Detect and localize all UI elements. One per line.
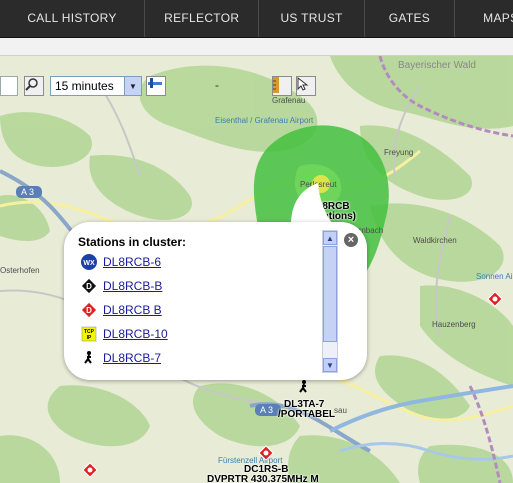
toolbar-input-fragment[interactable] (0, 76, 18, 96)
cluster-popup: Stations in cluster: WX DL8RCB-6 D DL8RC… (64, 222, 367, 380)
svg-text:D: D (86, 282, 92, 291)
svg-text:WX: WX (83, 260, 95, 267)
scroll-up-button[interactable]: ▲ (323, 231, 337, 245)
scroll-thumb[interactable] (323, 246, 337, 342)
chevron-down-icon: ▼ (326, 360, 334, 370)
cluster-item[interactable]: TCP IP DL8RCB-10 (80, 325, 168, 343)
cluster-item-link[interactable]: DL8RCB-10 (103, 327, 168, 341)
track-button[interactable] (146, 76, 166, 96)
label-bayerischer-wald: Bayerischer Wald (398, 60, 476, 71)
chevron-up-icon: ▲ (326, 233, 334, 243)
cluster-item[interactable]: WX DL8RCB-6 (80, 253, 161, 271)
label-sonnen-airport: Sonnen Airport (476, 272, 513, 281)
label-grafenau: Grafenau (272, 96, 306, 105)
nav-reflector[interactable]: REFLECTOR (145, 0, 260, 37)
a3-bottom-label: A 3 (260, 405, 274, 415)
svg-text:D: D (86, 306, 92, 315)
label-waldkirchen: Waldkirchen (413, 236, 457, 245)
label-hauzenberg: Hauzenberg (432, 320, 476, 329)
time-range-select[interactable]: 15 minutes ▼ (50, 76, 142, 96)
station-label-dc1rs-sub: DVPRTR 430.375MHz M (207, 474, 319, 483)
sub-bar (0, 38, 513, 56)
dstar-diamond-red-icon: D (80, 301, 98, 319)
ruler-button[interactable] (272, 76, 292, 96)
cluster-item-link[interactable]: DL8RCB-6 (103, 255, 161, 269)
time-range-value: 15 minutes (55, 79, 114, 93)
nav-us-trust[interactable]: US TRUST (259, 0, 365, 37)
label-airport-grafenau: Eisenthal / Grafenau Airport (215, 116, 314, 125)
toolbar-separator: - (215, 78, 219, 92)
cluster-item[interactable]: D DL8RCB B (80, 301, 162, 319)
walker-icon (80, 349, 98, 367)
wx-icon: WX (80, 253, 98, 271)
chevron-down-icon: ▼ (124, 77, 141, 95)
popup-title: Stations in cluster: (78, 235, 187, 249)
cluster-item[interactable]: DL8RCB-7 (80, 349, 161, 367)
tcpip-icon: TCP IP (80, 325, 98, 343)
close-popup-button[interactable]: × (344, 233, 358, 247)
scroll-down-button[interactable]: ▼ (323, 358, 337, 372)
search-button[interactable] (24, 76, 44, 96)
nav-call-history[interactable]: CALL HISTORY (0, 0, 146, 37)
pointer-button[interactable] (296, 76, 316, 96)
label-freyung: Freyung (384, 148, 414, 157)
dstar-diamond-black-icon: D (80, 277, 98, 295)
station-label-dl3ta-sub: /PORTABEL (278, 409, 336, 420)
svg-text:IP: IP (87, 335, 92, 341)
nav-gates[interactable]: GATES (365, 0, 456, 37)
label-sau: sau (334, 406, 347, 415)
cluster-item-link[interactable]: DL8RCB-7 (103, 351, 161, 365)
cluster-item-link[interactable]: DL8RCB-B (103, 279, 162, 293)
top-nav: CALL HISTORY REFLECTOR US TRUST GATES MA… (0, 0, 513, 38)
nav-maps[interactable]: MAPS (455, 0, 513, 37)
cluster-item-link[interactable]: DL8RCB B (103, 303, 162, 317)
popup-scrollbar[interactable]: ▲ ▼ (322, 230, 338, 373)
close-icon: × (347, 234, 355, 246)
cluster-item[interactable]: D DL8RCB-B (80, 277, 162, 295)
label-osterhofen: Osterhofen (0, 266, 40, 275)
a3-top-label: A 3 (21, 187, 35, 197)
